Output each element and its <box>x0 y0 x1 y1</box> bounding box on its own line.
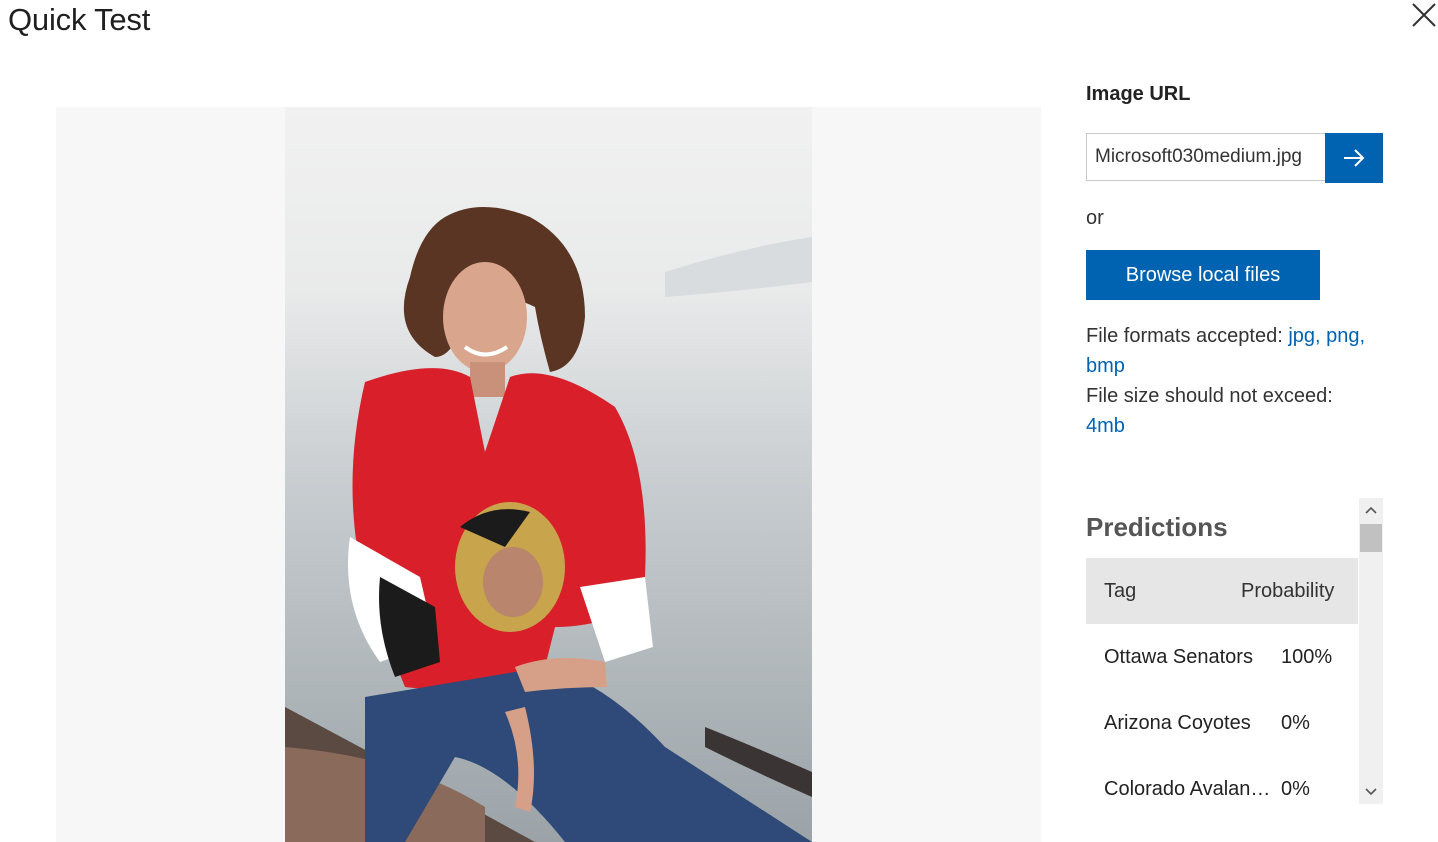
tag-column-header: Tag <box>1104 580 1137 602</box>
size-label: File size should not exceed: <box>1086 385 1333 407</box>
arrow-right-icon <box>1344 149 1365 167</box>
predictions-scrollbar[interactable] <box>1359 498 1383 804</box>
predictions-table: Tag Probability Ottawa Senators 100% Ari… <box>1086 558 1358 822</box>
tag-cell: Ottawa Senators <box>1104 646 1253 668</box>
file-info: File formats accepted: jpg, png, bmp Fil… <box>1086 321 1386 441</box>
close-icon <box>1412 3 1436 27</box>
size-link[interactable]: 4mb <box>1086 415 1125 437</box>
probability-column-header: Probability <box>1241 580 1335 602</box>
image-url-input[interactable] <box>1086 133 1327 181</box>
tag-cell: Arizona Coyotes <box>1104 712 1251 734</box>
close-button[interactable] <box>1408 0 1438 32</box>
image-preview <box>56 107 1041 842</box>
tag-cell: Colorado Avalanche <box>1104 778 1276 800</box>
table-header: Tag Probability <box>1086 558 1358 624</box>
table-row: Ottawa Senators 100% <box>1086 624 1358 690</box>
submit-url-button[interactable] <box>1325 133 1383 183</box>
probability-cell: 100% <box>1281 646 1333 668</box>
table-row: Arizona Coyotes 0% <box>1086 690 1358 756</box>
browse-local-files-button[interactable]: Browse local files <box>1086 250 1320 300</box>
table-row: Colorado Avalanche 0% <box>1086 756 1358 822</box>
chevron-up-icon <box>1365 506 1377 514</box>
scroll-up-button[interactable] <box>1359 498 1383 522</box>
or-separator: or <box>1086 207 1104 229</box>
probability-cell: 0% <box>1281 778 1310 800</box>
image-url-label: Image URL <box>1086 83 1191 105</box>
formats-label: File formats accepted: <box>1086 325 1283 347</box>
scroll-down-button[interactable] <box>1359 780 1383 804</box>
predictions-title: Predictions <box>1086 512 1228 542</box>
scroll-thumb[interactable] <box>1360 524 1382 552</box>
probability-cell: 0% <box>1281 712 1310 734</box>
page-title: Quick Test <box>8 2 151 37</box>
chevron-down-icon <box>1365 788 1377 796</box>
preview-photo <box>285 107 812 842</box>
